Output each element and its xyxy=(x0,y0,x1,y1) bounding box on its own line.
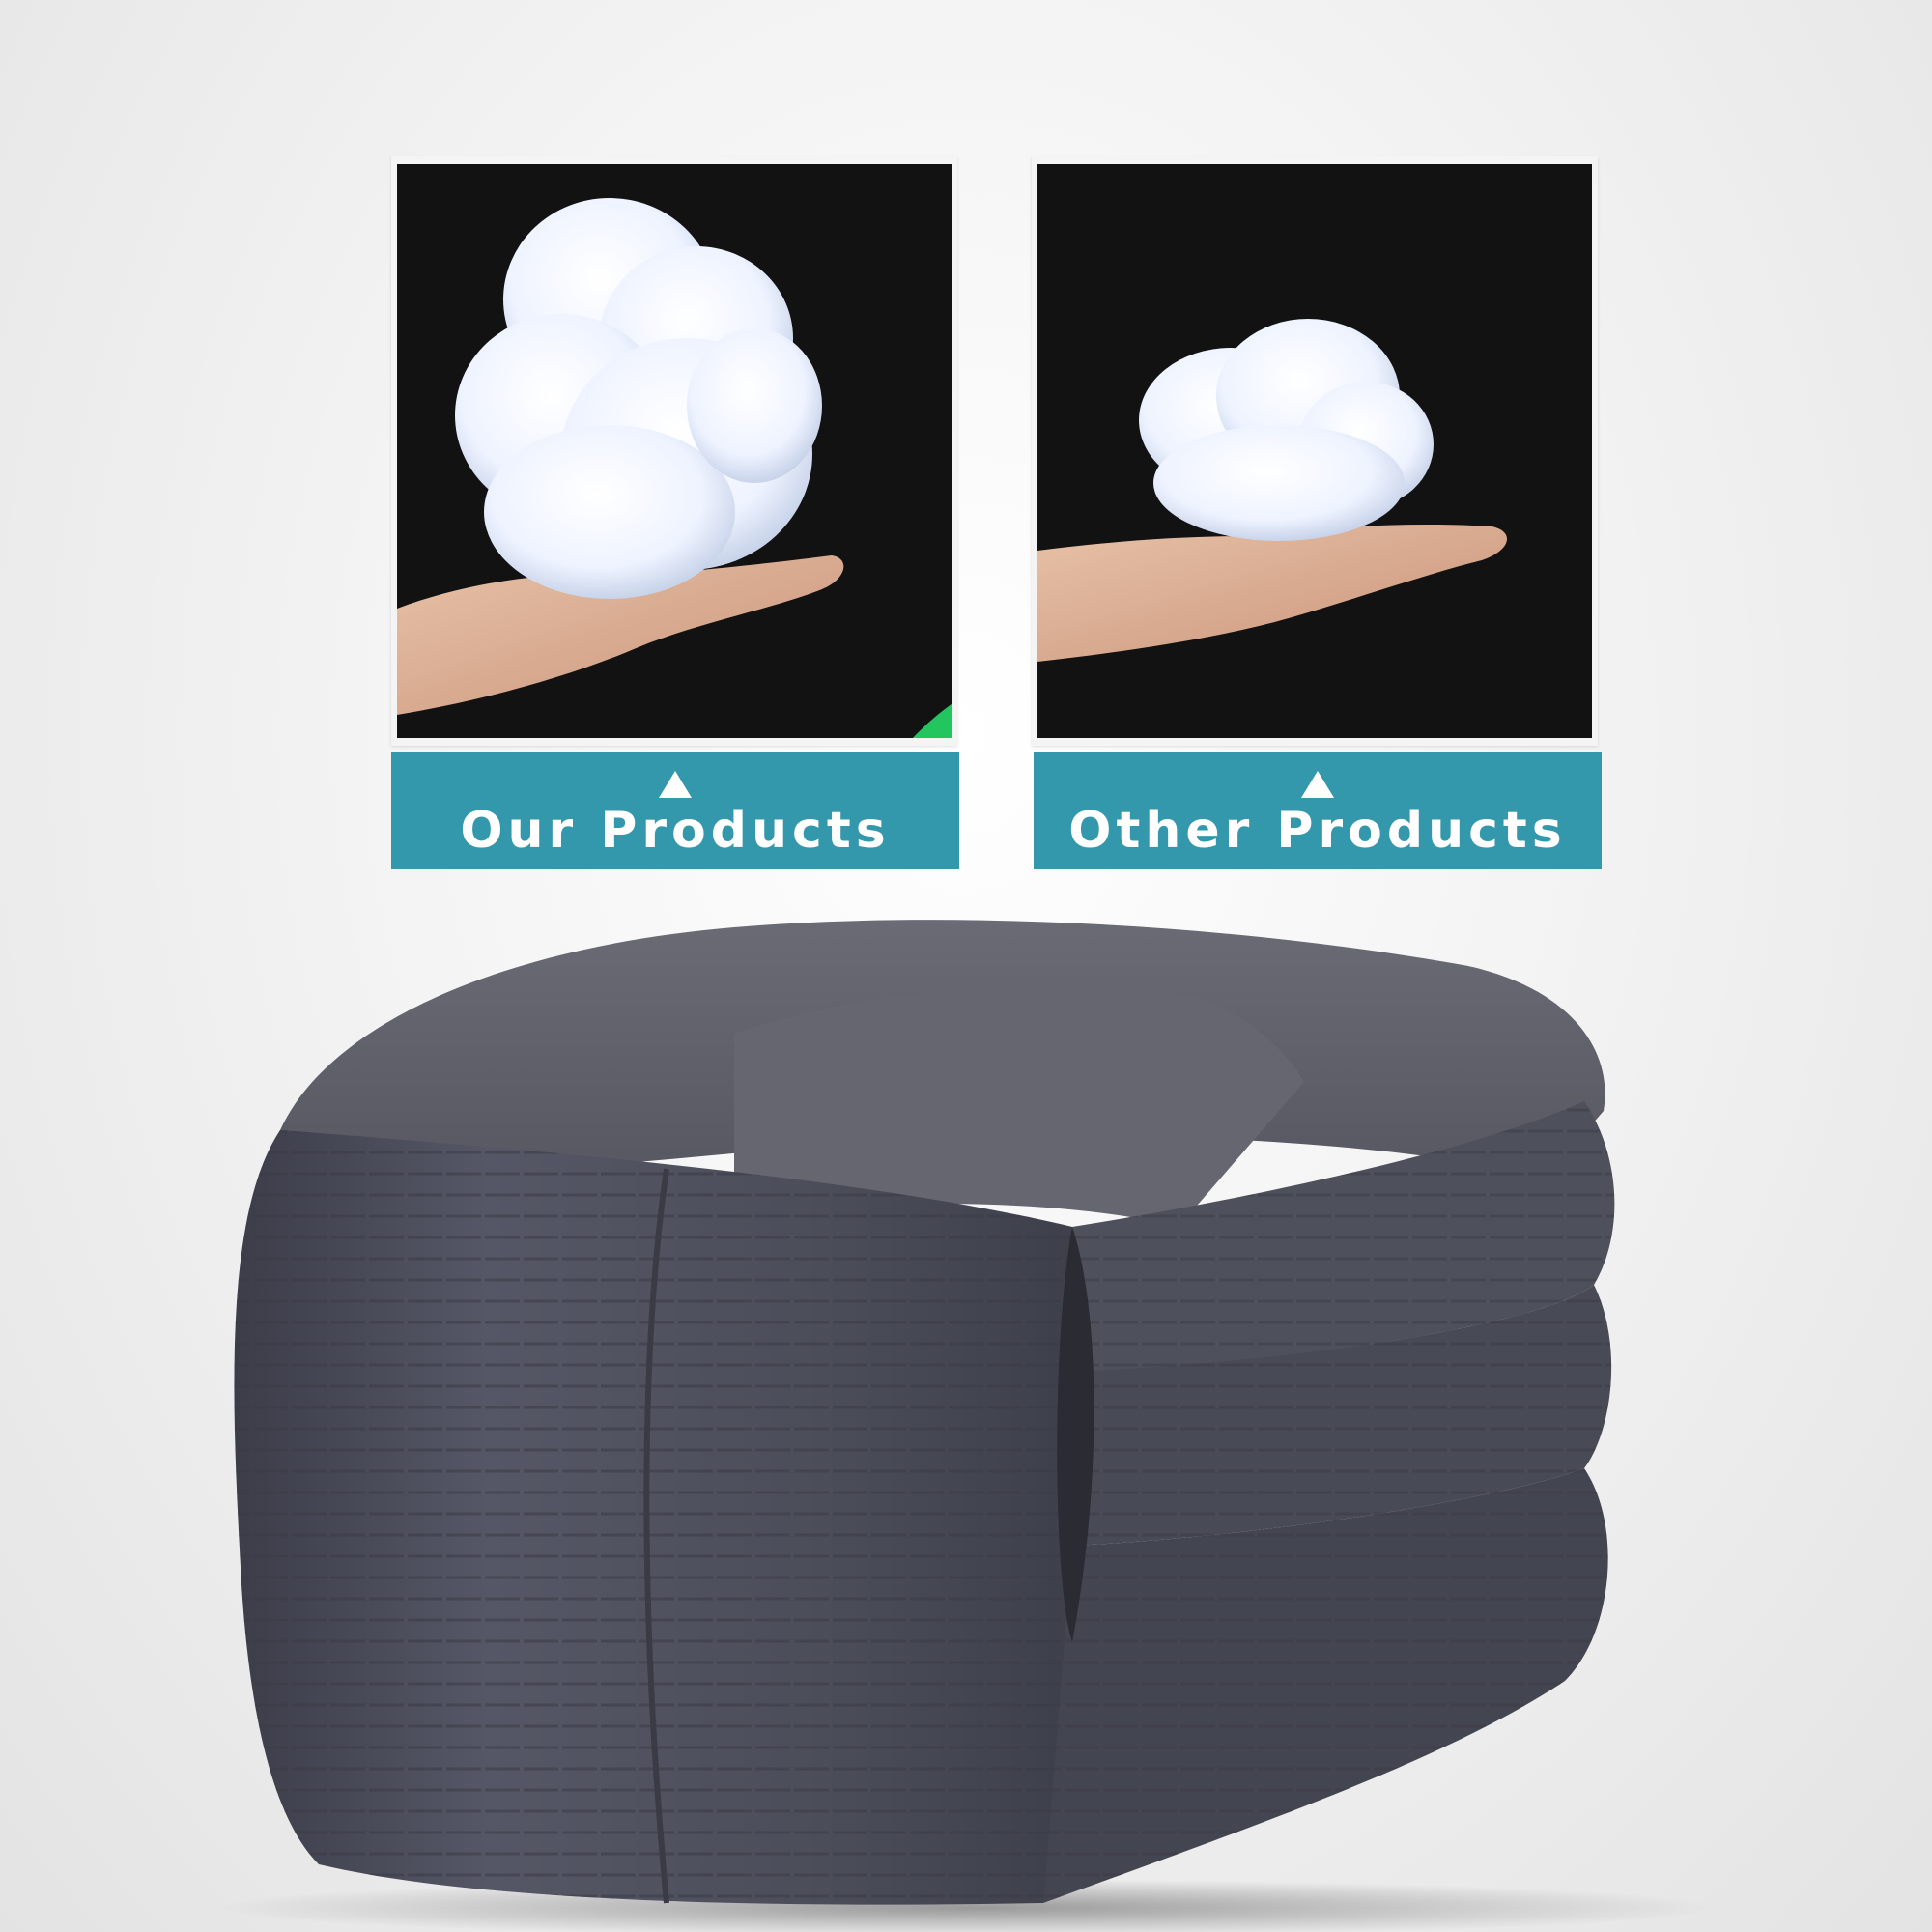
folded-comforter-image xyxy=(213,920,1719,1932)
checkmark-icon xyxy=(912,703,952,738)
other-products-label-bar: Other Products xyxy=(1034,752,1602,869)
other-products-label: Other Products xyxy=(1068,802,1567,860)
other-products-photo-frame xyxy=(1032,156,1598,746)
our-products-photo-frame xyxy=(391,156,957,746)
our-products-photo xyxy=(397,164,952,738)
small-fiber-cloud-image xyxy=(1037,164,1592,738)
our-products-label-bar: Our Products xyxy=(391,752,959,869)
up-triangle-icon xyxy=(1301,771,1334,798)
other-products-photo xyxy=(1037,164,1592,738)
our-products-label: Our Products xyxy=(460,802,891,860)
up-triangle-icon xyxy=(659,771,692,798)
